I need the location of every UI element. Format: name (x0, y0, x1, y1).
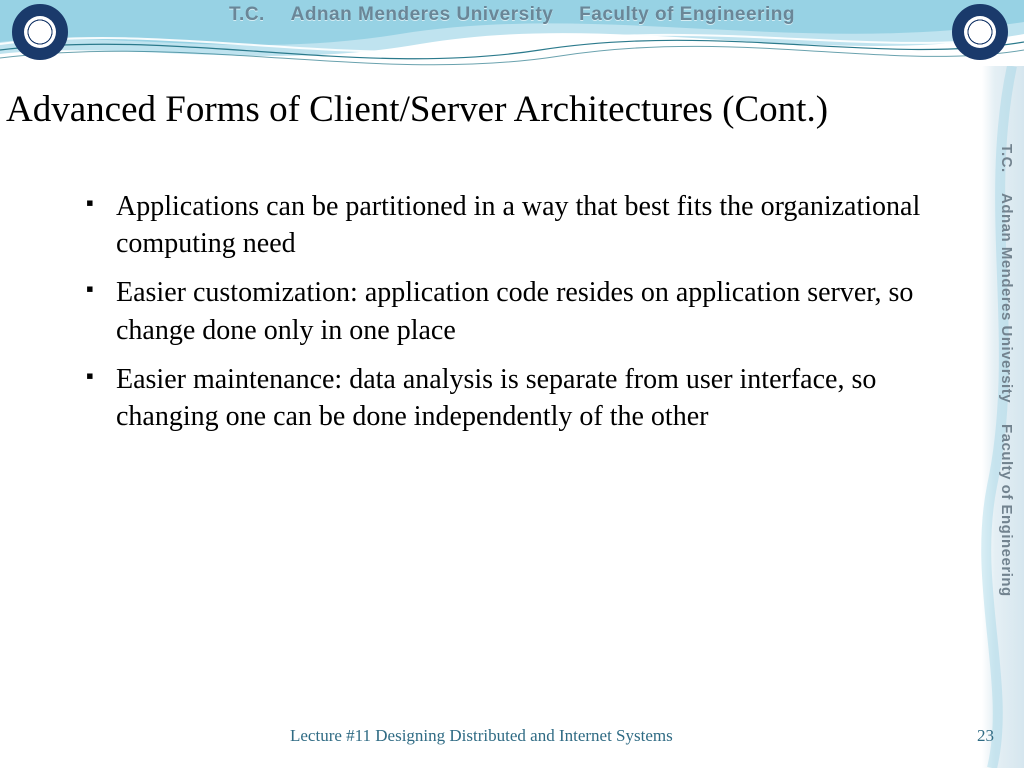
banner-university: Adnan Menderes University (291, 4, 554, 25)
footer-lecture: Lecture #11 Designing Distributed and In… (290, 725, 690, 746)
banner-text: T.C. Adnan Menderes University Faculty o… (0, 4, 1024, 26)
banner-faculty: Faculty of Engineering (579, 4, 795, 25)
list-item: Easier customization: application code r… (86, 274, 926, 348)
side-text: T.C. Adnan Menderes University Faculty o… (998, 136, 1015, 605)
banner-tc: T.C. (229, 4, 265, 25)
university-logo-icon (12, 4, 68, 60)
side-faculty: Faculty of Engineering (998, 424, 1015, 597)
page-number: 23 (977, 726, 994, 746)
slide-body: Applications can be partitioned in a way… (86, 188, 926, 447)
side-banner: T.C. Adnan Menderes University Faculty o… (982, 66, 1024, 768)
header-banner: T.C. Adnan Menderes University Faculty o… (0, 0, 1024, 66)
slide-title: Advanced Forms of Client/Server Architec… (6, 88, 1014, 131)
list-item: Easier maintenance: data analysis is sep… (86, 361, 926, 435)
bullet-list: Applications can be partitioned in a way… (86, 188, 926, 435)
side-university: Adnan Menderes University (998, 193, 1015, 403)
faculty-logo-icon (952, 4, 1008, 60)
slide: T.C. Adnan Menderes University Faculty o… (0, 0, 1024, 768)
list-item: Applications can be partitioned in a way… (86, 188, 926, 262)
side-tc: T.C. (998, 144, 1015, 173)
